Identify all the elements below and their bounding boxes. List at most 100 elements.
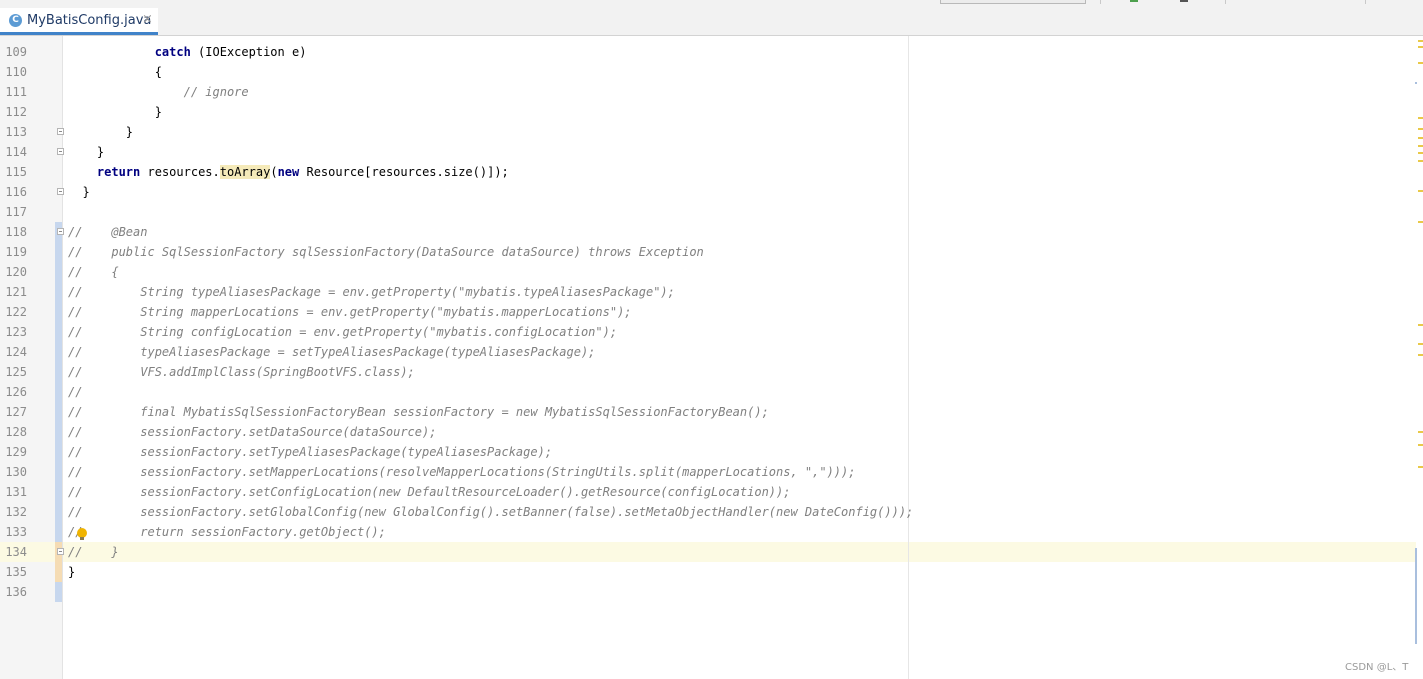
code-line[interactable]: catch (IOException e) [68, 42, 307, 62]
line-number: 111 [5, 85, 27, 99]
line-number: 125 [5, 365, 27, 379]
code-line[interactable]: } [68, 562, 75, 582]
stripe-warning-mark[interactable] [1418, 46, 1423, 48]
code-text: Resource[resources.size()]); [299, 165, 509, 179]
fold-toggle-icon[interactable] [57, 188, 64, 195]
fold-toggle-icon[interactable] [57, 128, 64, 135]
fold-toggle-icon[interactable] [57, 148, 64, 155]
line-number: 134 [5, 545, 27, 559]
code-text: resources. [140, 165, 220, 179]
line-number: 132 [5, 505, 27, 519]
toolbar-field[interactable] [940, 0, 1086, 4]
vcs-change-marker[interactable] [55, 222, 62, 542]
code-line[interactable]: // final MybatisSqlSessionFactoryBean se… [68, 402, 769, 422]
editor-tab-bar: C MyBatisConfig.java × [0, 8, 1423, 36]
line-number: 136 [5, 585, 27, 599]
line-number: 114 [5, 145, 27, 159]
code-keyword: catch [154, 45, 191, 59]
line-number: 115 [5, 165, 27, 179]
stripe-warning-mark[interactable] [1418, 137, 1423, 139]
toolbar-separator [1365, 0, 1366, 4]
stripe-warning-mark[interactable] [1418, 190, 1423, 192]
line-number: 117 [5, 205, 27, 219]
line-number: 128 [5, 425, 27, 439]
line-number: 112 [5, 105, 27, 119]
code-line[interactable]: // typeAliasesPackage = setTypeAliasesPa… [68, 342, 595, 362]
close-icon[interactable]: × [142, 12, 153, 27]
current-line-highlight [63, 542, 1416, 562]
fold-toggle-icon[interactable] [57, 548, 64, 555]
stripe-warning-mark[interactable] [1418, 117, 1423, 119]
tab-mybatis-config[interactable]: C MyBatisConfig.java × [0, 8, 158, 35]
line-number: 127 [5, 405, 27, 419]
line-number: 123 [5, 325, 27, 339]
code-line[interactable]: } [68, 142, 104, 162]
code-line[interactable]: // [68, 382, 82, 402]
stripe-warning-mark[interactable] [1418, 145, 1423, 147]
code-line[interactable]: // } [68, 542, 119, 562]
vcs-change-marker[interactable] [55, 582, 62, 602]
stripe-warning-mark[interactable] [1418, 444, 1423, 446]
code-line[interactable]: // sessionFactory.setMapperLocations(res… [68, 462, 855, 482]
code-text: ( [270, 165, 278, 179]
code-keyword: return [96, 165, 141, 179]
toolbar-separator [1225, 0, 1226, 4]
line-number: 126 [5, 385, 27, 399]
line-number: 109 [5, 45, 27, 59]
stripe-warning-mark[interactable] [1418, 431, 1423, 433]
stripe-warning-mark[interactable] [1418, 128, 1423, 130]
toolbar-separator [1100, 0, 1101, 4]
stripe-warning-mark[interactable] [1418, 152, 1423, 154]
line-number: 133 [5, 525, 27, 539]
code-line[interactable]: return resources.toArray(new Resource[re… [68, 162, 509, 182]
code-line[interactable]: // ignore [68, 82, 249, 102]
line-number: 135 [5, 565, 27, 579]
code-line[interactable]: // public SqlSessionFactory sqlSessionFa… [68, 242, 704, 262]
line-number: 110 [5, 65, 27, 79]
code-line[interactable]: // String typeAliasesPackage = env.getPr… [68, 282, 675, 302]
line-number: 130 [5, 465, 27, 479]
code-text: (IOException e) [190, 45, 307, 59]
code-line[interactable]: // sessionFactory.setGlobalConfig(new Gl… [68, 502, 913, 522]
stripe-warning-mark[interactable] [1418, 354, 1423, 356]
code-keyword: new [277, 165, 300, 179]
run-icon[interactable] [1130, 0, 1138, 2]
stripe-scroll-thumb[interactable] [1415, 548, 1417, 644]
stripe-warning-mark[interactable] [1418, 343, 1423, 345]
stripe-warning-mark[interactable] [1418, 160, 1423, 162]
code-line[interactable]: // VFS.addImplClass(SpringBootVFS.class)… [68, 362, 415, 382]
line-number: 122 [5, 305, 27, 319]
right-margin-guide [908, 36, 909, 679]
code-line[interactable]: // sessionFactory.setTypeAliasesPackage(… [68, 442, 552, 462]
stripe-info-mark[interactable] [1415, 82, 1417, 84]
code-line[interactable]: } [68, 182, 89, 202]
code-line[interactable]: // { [68, 262, 119, 282]
code-line[interactable]: // return sessionFactory.getObject(); [68, 522, 386, 542]
line-number: 116 [5, 185, 27, 199]
code-line[interactable]: // sessionFactory.setDataSource(dataSour… [68, 422, 436, 442]
code-line[interactable]: { [68, 62, 162, 82]
stripe-warning-mark[interactable] [1418, 40, 1423, 42]
line-number: 129 [5, 445, 27, 459]
code-line[interactable]: } [68, 102, 162, 122]
code-method-highlight: toArray [219, 165, 271, 179]
error-stripe[interactable] [1416, 36, 1423, 679]
code-line[interactable]: } [68, 122, 133, 142]
stripe-warning-mark[interactable] [1418, 62, 1423, 64]
line-number: 121 [5, 285, 27, 299]
line-number: 113 [5, 125, 27, 139]
fold-toggle-icon[interactable] [57, 228, 64, 235]
stripe-warning-mark[interactable] [1418, 466, 1423, 468]
stripe-warning-mark[interactable] [1418, 221, 1423, 223]
line-number: 124 [5, 345, 27, 359]
code-line[interactable]: // String configLocation = env.getProper… [68, 322, 617, 342]
line-number: 120 [5, 265, 27, 279]
code-line[interactable]: // sessionFactory.setConfigLocation(new … [68, 482, 790, 502]
debug-icon[interactable] [1180, 0, 1188, 2]
csdn-watermark: CSDN @L、T [1345, 662, 1409, 673]
lightbulb-icon[interactable] [77, 528, 87, 540]
stripe-warning-mark[interactable] [1418, 324, 1423, 326]
code-line[interactable]: // String mapperLocations = env.getPrope… [68, 302, 632, 322]
code-line[interactable]: // @Bean [68, 222, 147, 242]
